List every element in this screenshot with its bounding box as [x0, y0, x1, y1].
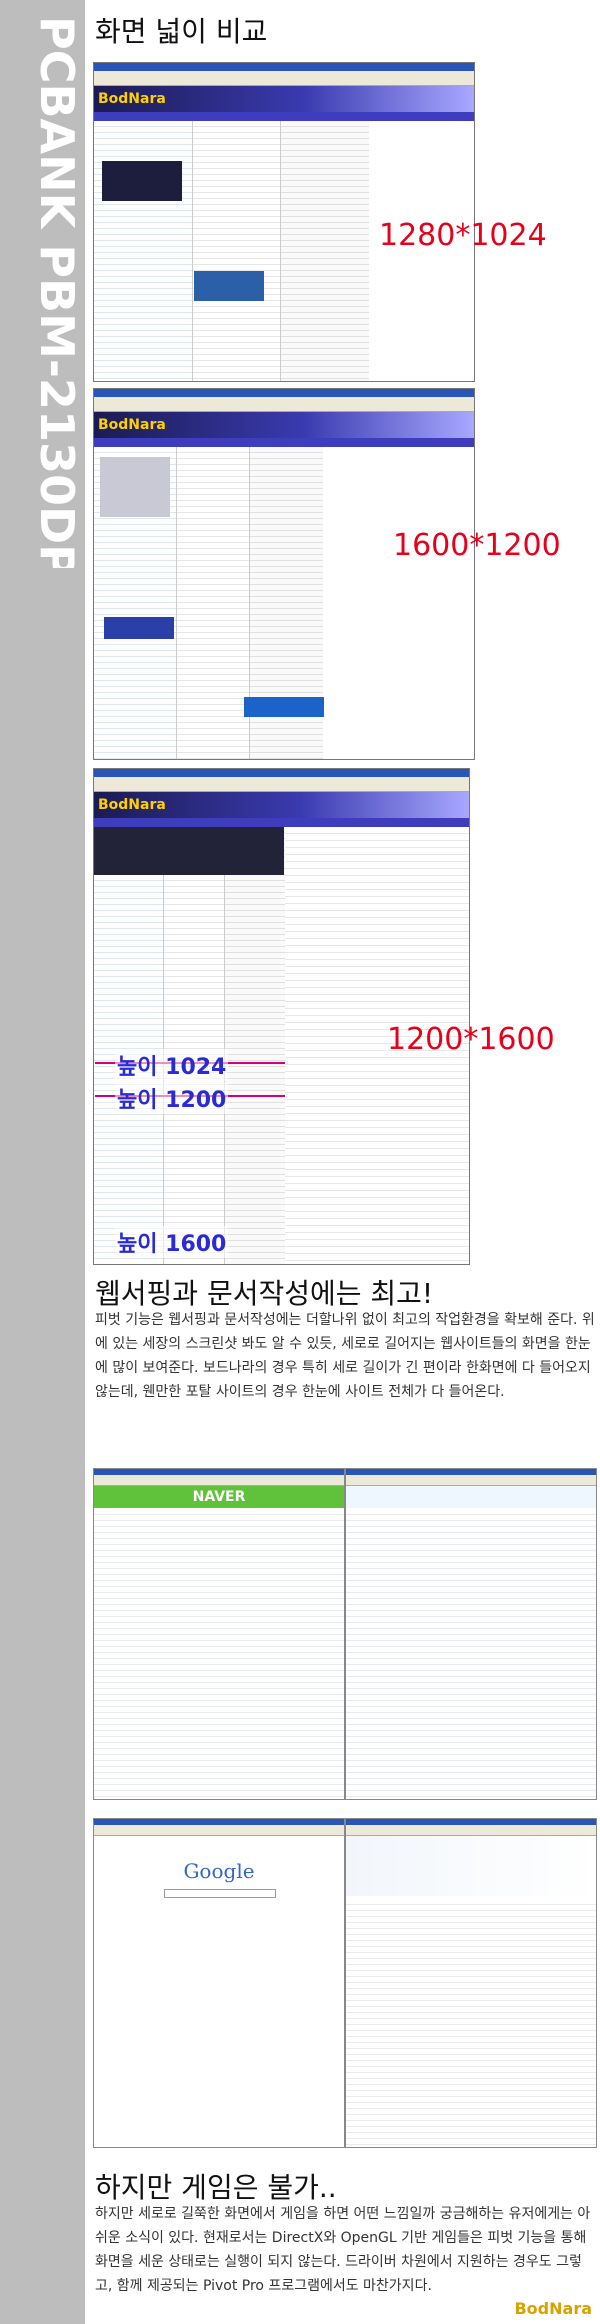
window-toolbar	[94, 1825, 344, 1836]
window-titlebar	[94, 389, 474, 397]
site-nav	[94, 112, 474, 121]
google-logo: Google	[183, 1859, 255, 1883]
page-mid-column	[192, 121, 282, 381]
page-left-column	[94, 827, 163, 1264]
thumb-image	[104, 617, 174, 639]
site-logo: BodNara	[98, 91, 166, 107]
thumb-image	[102, 161, 182, 201]
product-title-svg: PCBANK PBM-2130DP	[30, 16, 84, 578]
portal-header	[346, 1836, 596, 1896]
page-right-column	[224, 827, 287, 1264]
naver-logo: NAVER	[94, 1486, 344, 1508]
thumb-image	[94, 827, 284, 875]
thumb-image	[100, 457, 170, 517]
content: 화면 넓이 비교 BodNara 1280*1024 BodNara 1600*…	[85, 0, 600, 2324]
section-title-game: 하지만 게임은 불가..	[95, 2171, 337, 2204]
paragraph-web: 피벗 기능은 웹서핑과 문서작성에는 더할나위 없이 최고의 작업환경을 확보해…	[95, 1312, 595, 1400]
screenshot-portal	[345, 1818, 597, 2148]
section-title-area: 화면 넓이 비교	[95, 15, 268, 48]
site-banner: BodNara	[94, 86, 474, 112]
site-nav	[94, 818, 469, 827]
window-toolbar	[94, 397, 474, 412]
window-toolbar	[94, 71, 474, 86]
height-label-1600: 높이 1600	[115, 1226, 229, 1258]
daum-page	[346, 1509, 596, 1799]
height-label-1200: 높이 1200	[115, 1082, 229, 1114]
screenshot-pivot: BodNara	[93, 768, 470, 1265]
page-left-column	[94, 121, 193, 381]
naver-page	[94, 1509, 344, 1799]
window-toolbar	[346, 1475, 596, 1486]
screenshot-daum	[345, 1468, 597, 1800]
window-titlebar	[94, 63, 474, 71]
window-toolbar	[346, 1825, 596, 1836]
resolution-label-2: 1600*1200	[393, 528, 561, 563]
resolution-label-3: 1200*1600	[387, 1022, 555, 1057]
height-label-1024: 높이 1024	[115, 1049, 229, 1081]
product-title-text: PCBANK PBM-2130DP	[30, 16, 76, 568]
site-page	[94, 121, 369, 381]
site-page	[94, 827, 287, 1264]
thumb-image	[194, 271, 264, 301]
site-logo: BodNara	[98, 417, 166, 433]
window-titlebar	[94, 769, 469, 777]
sidebar: PCBANK PBM-2130DP	[0, 0, 85, 2324]
footer-logo: BodNara	[514, 2299, 592, 2318]
daum-header	[346, 1486, 596, 1508]
portal-page	[346, 1899, 596, 2147]
page-mid-column	[176, 447, 251, 759]
resolution-label-1: 1280*1024	[379, 218, 547, 253]
paragraph-game: 하지만 세로로 길쭉한 화면에서 게임을 하면 어떤 느낌일까 궁금해하는 유저…	[95, 2206, 591, 2294]
screenshot-naver: NAVER	[93, 1468, 345, 1800]
screenshot-google: Google	[93, 1818, 345, 2148]
screenshot-1600: BodNara	[93, 388, 475, 760]
site-nav	[94, 438, 474, 447]
thumb-image	[244, 697, 324, 717]
site-page	[94, 447, 324, 759]
window-toolbar	[94, 777, 469, 792]
google-search-box	[164, 1889, 276, 1898]
page-right-column	[280, 121, 369, 381]
site-banner: BodNara	[94, 792, 469, 818]
site-logo: BodNara	[98, 797, 166, 813]
section-title-web: 웹서핑과 문서작성에는 최고!	[95, 1277, 434, 1310]
page-mid-column	[162, 827, 226, 1264]
site-banner: BodNara	[94, 412, 474, 438]
window-toolbar	[94, 1475, 344, 1486]
product-title: PCBANK PBM-2130DP	[6, 8, 84, 578]
